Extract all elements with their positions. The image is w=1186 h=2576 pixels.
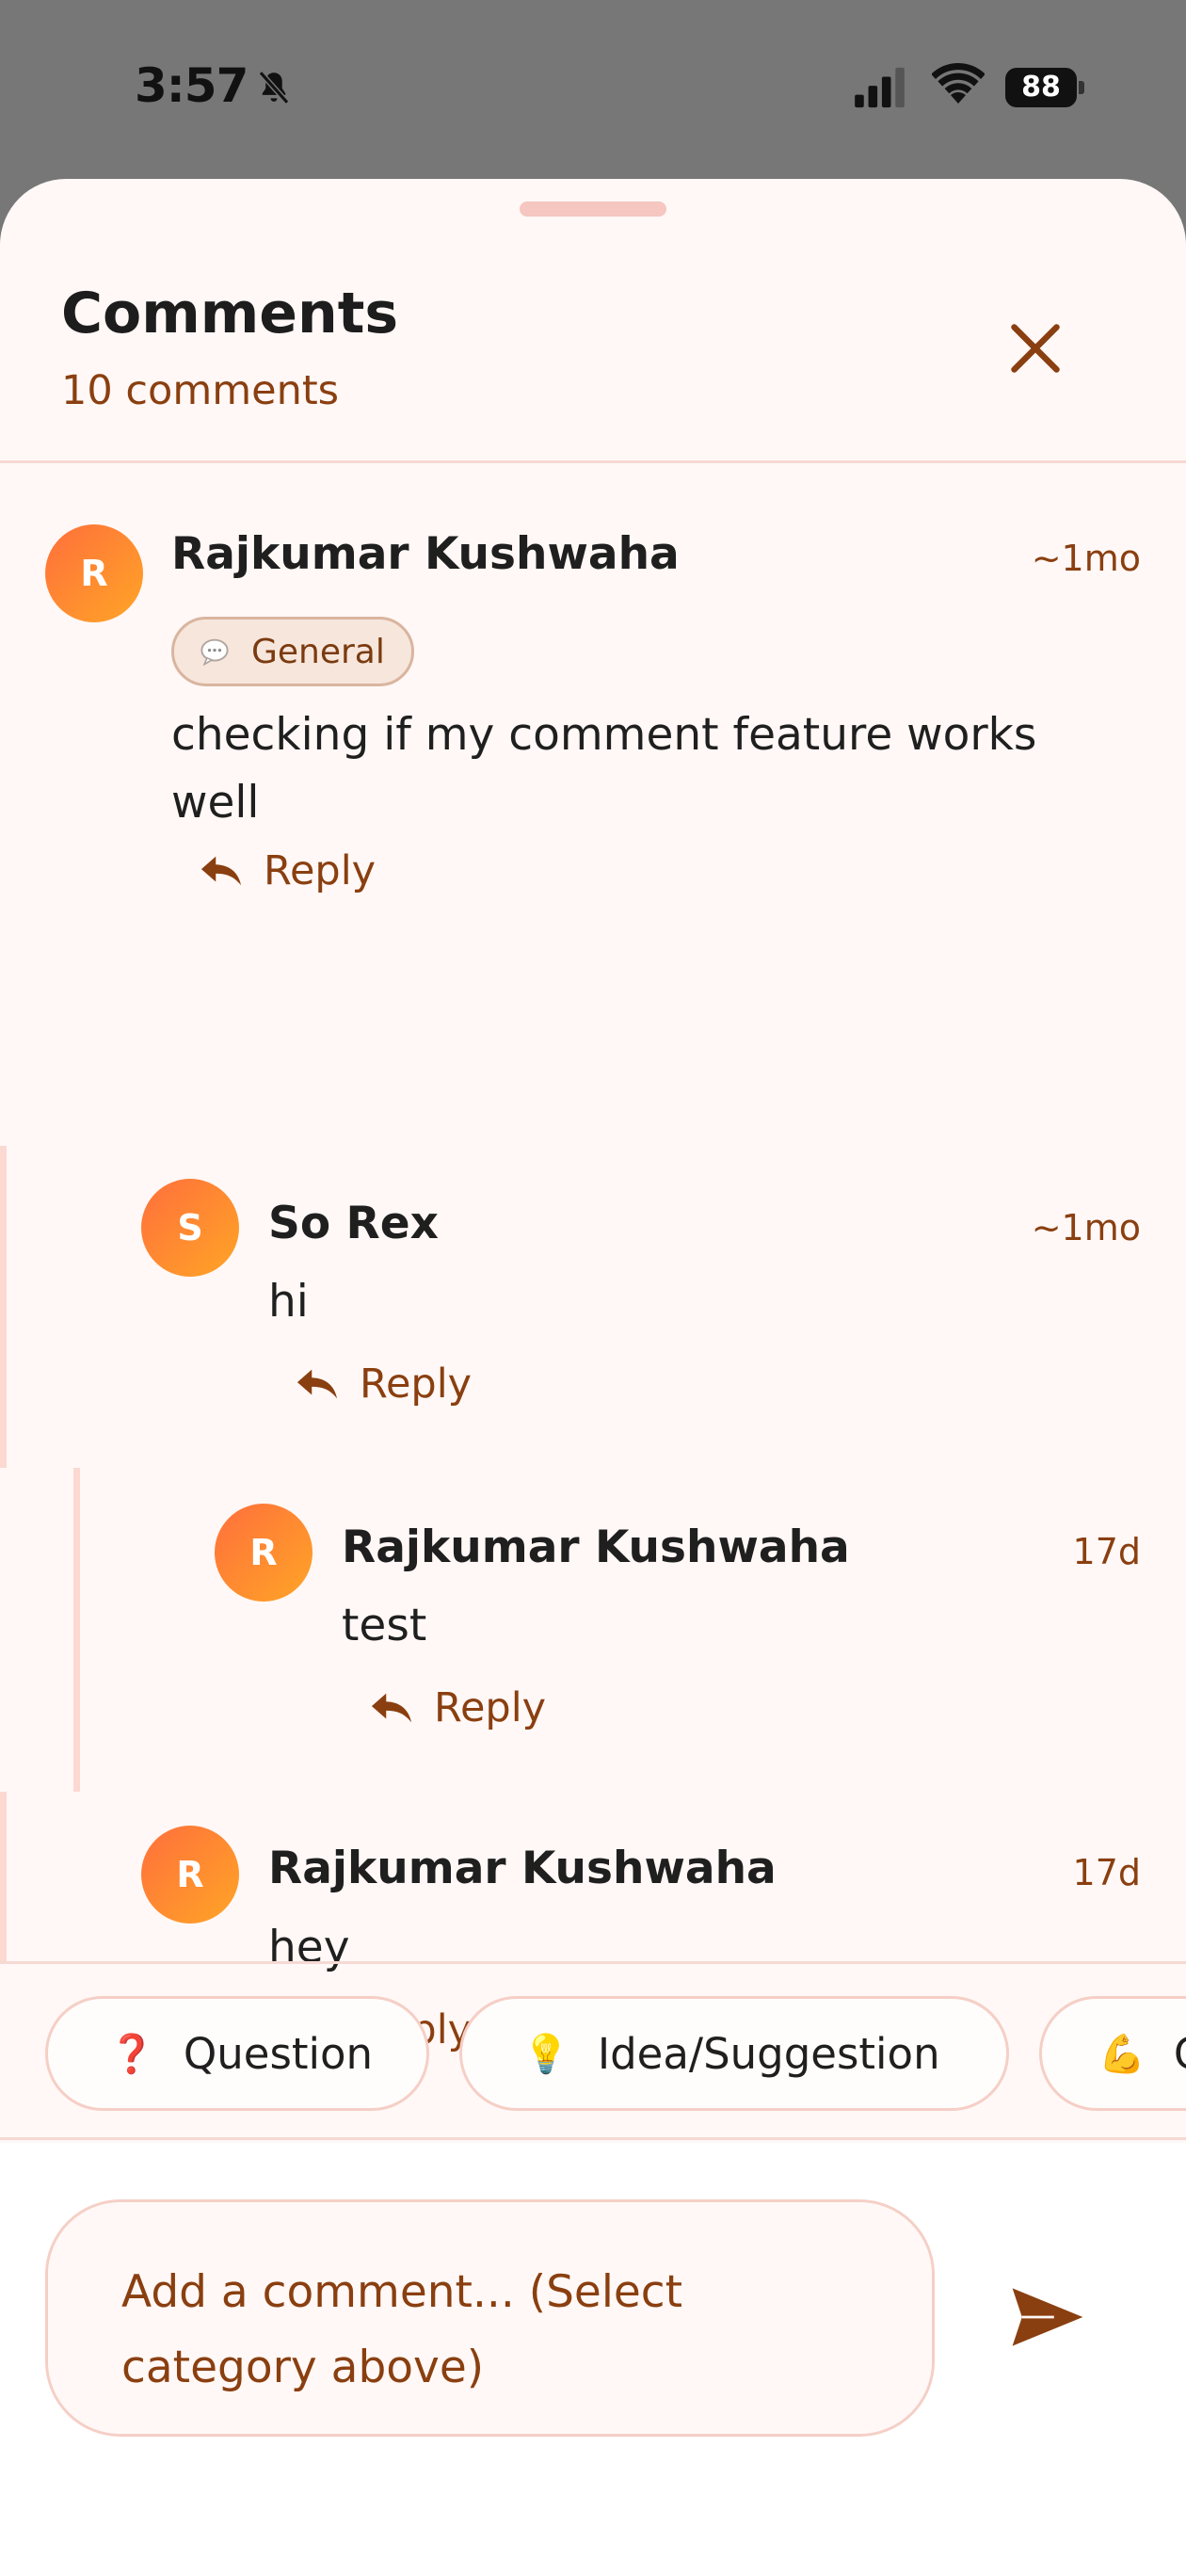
compose-bar [0, 2143, 1186, 2576]
comment-author[interactable]: Rajkumar Kushwaha [268, 1843, 777, 1894]
close-icon [1011, 324, 1060, 373]
category-tag: General [171, 617, 414, 686]
comment-time: 17d [1072, 1531, 1141, 1572]
question-icon: ❓ [108, 2032, 155, 2076]
avatar[interactable]: R [141, 1826, 239, 1924]
status-time: 3:57 [135, 58, 248, 113]
category-chip-question[interactable]: ❓ Question [45, 1996, 429, 2111]
category-chip-partial[interactable]: 💪 C [1039, 1996, 1186, 2111]
comment-time: ~1mo [1031, 1207, 1141, 1248]
status-bar: 3:57 88 [0, 0, 1186, 179]
reply-label: Reply [264, 847, 377, 894]
comment-author[interactable]: Rajkumar Kushwaha [171, 528, 680, 580]
comment-author[interactable]: So Rex [268, 1198, 439, 1249]
category-chip-idea[interactable]: 💡 Idea/Suggestion [459, 1996, 1009, 2111]
comment-time: ~1mo [1031, 538, 1141, 579]
avatar[interactable]: R [215, 1504, 313, 1602]
comment-item: S So Rex ~1mo hi Reply [0, 1146, 1186, 1468]
comment-text: checking if my comment feature works wel… [171, 709, 1037, 829]
comment-item: R Rajkumar Kushwaha 17d test Reply [0, 1468, 1186, 1792]
avatar[interactable]: R [45, 524, 143, 622]
reply-button[interactable]: Reply [200, 847, 376, 894]
reply-arrow-icon [371, 1693, 412, 1723]
category-chip-label: Idea/Suggestion [597, 2028, 940, 2079]
comment-item: R Rajkumar Kushwaha ~1mo General checkin… [0, 466, 1186, 918]
sheet-title: Comments [61, 281, 399, 346]
comment-text: hi [268, 1276, 309, 1328]
speech-bubble-icon [200, 638, 229, 666]
send-button[interactable] [1005, 2279, 1090, 2355]
comment-text: test [342, 1600, 427, 1651]
close-button[interactable] [998, 311, 1073, 386]
reply-arrow-icon [200, 856, 242, 886]
reply-label: Reply [360, 1360, 473, 1408]
comment-count: 10 comments [61, 367, 340, 414]
comments-list[interactable]: R Rajkumar Kushwaha ~1mo General checkin… [0, 466, 1186, 2053]
send-icon [1012, 2288, 1083, 2346]
reply-arrow-icon [296, 1369, 338, 1399]
battery-icon: 88 [1005, 68, 1086, 107]
sheet-header: Comments 10 comments [0, 179, 1186, 463]
category-chip-label: C [1174, 2029, 1186, 2079]
cellular-signal-icon [855, 67, 905, 108]
flexed-bicep-icon: 💪 [1098, 2032, 1146, 2076]
reply-button[interactable]: Reply [370, 1684, 546, 1731]
comments-sheet: Comments 10 comments R Rajkumar Kushwaha… [0, 179, 1186, 2576]
bell-slash-icon [258, 71, 290, 105]
comment-time: 17d [1072, 1852, 1141, 1893]
battery-level: 88 [1005, 68, 1077, 107]
lightbulb-icon: 💡 [522, 2032, 569, 2076]
comment-author[interactable]: Rajkumar Kushwaha [342, 1521, 850, 1573]
category-selector[interactable]: ❓ Question 💡 Idea/Suggestion 💪 C [0, 1961, 1186, 2140]
reply-button[interactable]: Reply [296, 1360, 472, 1408]
category-chip-label: Question [183, 2028, 374, 2079]
category-tag-label: General [251, 632, 385, 671]
reply-label: Reply [434, 1684, 547, 1731]
comment-item: R Rajkumar Kushwaha 17d hey Reply [0, 1792, 1186, 2053]
comment-input[interactable] [45, 2199, 935, 2437]
avatar[interactable]: S [141, 1179, 239, 1277]
wifi-icon [932, 62, 985, 104]
